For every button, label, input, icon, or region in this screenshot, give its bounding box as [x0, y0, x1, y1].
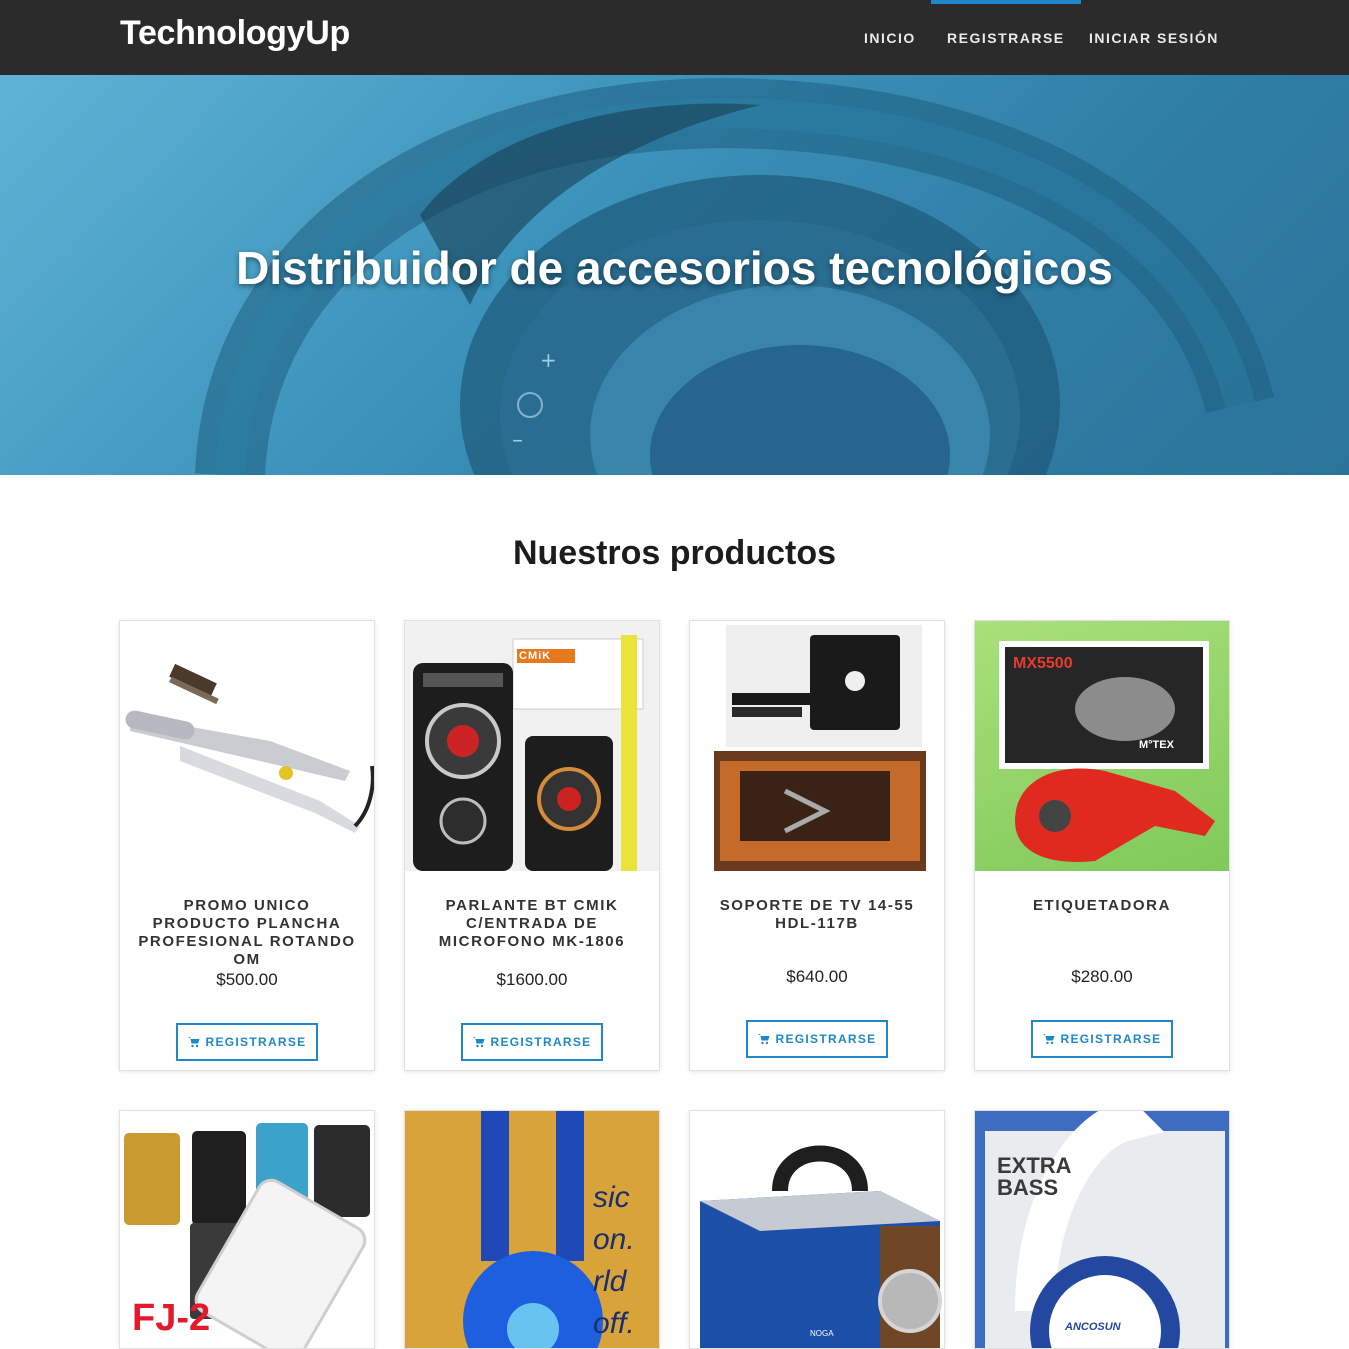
register-button-label: REGISTRARSE: [490, 1035, 592, 1049]
products-heading: Nuestros productos: [512, 534, 837, 572]
register-button-label: REGISTRARSE: [205, 1035, 307, 1049]
svg-text:–: –: [512, 428, 523, 453]
box-print-text: sic on. rld off.: [593, 1181, 635, 1340]
hero-title: Distribuidor de accesorios tecnológicos: [236, 242, 1113, 294]
labeler-box-model: MX5500: [1013, 655, 1073, 672]
register-button[interactable]: REGISTRARSE: [461, 1023, 603, 1061]
product-image-mini-speakers[interactable]: FJ-2: [120, 1111, 374, 1348]
product-price: $280.00: [1071, 967, 1133, 986]
speaker-box-brand: CMiK: [519, 650, 552, 662]
nav-link-inicio[interactable]: INICIO: [864, 30, 916, 46]
product-price: $500.00: [216, 970, 278, 989]
product-card: EXTRA BASS ANCOSUN: [974, 1110, 1230, 1349]
product-card: NOGA: [689, 1110, 945, 1349]
top-navbar: TechnologyUp INICIO REGISTRARSE INICIAR …: [0, 0, 1349, 75]
product-card: sic on. rld off.: [404, 1110, 660, 1349]
headphones-brand: ANCOSUN: [1065, 1321, 1121, 1333]
nav-link-registrarse[interactable]: REGISTRARSE: [931, 0, 1081, 46]
register-button[interactable]: REGISTRARSE: [176, 1023, 318, 1061]
product-title[interactable]: PROMO UNICO PRODUCTO PLANCHA PROFESIONAL…: [132, 897, 362, 969]
register-button[interactable]: REGISTRARSE: [1031, 1020, 1173, 1058]
product-price: $1600.00: [496, 970, 568, 989]
white-headphones-photo: [975, 1111, 1229, 1348]
product-image-blue-headphones[interactable]: sic on. rld off.: [405, 1111, 659, 1348]
product-card: CMiK PARLANTE BT CMIK C/ENTRADA DE MICRO…: [404, 620, 660, 1071]
product-image-speaker[interactable]: CMiK: [405, 621, 659, 871]
product-card: FJ-2: [119, 1110, 375, 1349]
product-title[interactable]: SOPORTE DE TV 14-55 HDL-117B: [702, 897, 932, 933]
tv-mount-photo: [714, 625, 926, 871]
shopping-cart-icon: [472, 1037, 484, 1048]
brand-logo[interactable]: TechnologyUp: [120, 14, 350, 53]
portable-speaker-photo: [700, 1145, 942, 1348]
product-image-hair-straightener[interactable]: [120, 621, 374, 871]
product-card: MX5500 M°TEX ETIQUETADORA $280.00 REGIST…: [974, 620, 1230, 1071]
product-title[interactable]: PARLANTE BT CMIK C/ENTRADA DE MICROFONO …: [417, 897, 647, 951]
product-card: SOPORTE DE TV 14-55 HDL-117B $640.00 REG…: [689, 620, 945, 1071]
svg-text:+: +: [540, 348, 557, 372]
headphones-box-label: EXTRA BASS: [997, 1153, 1071, 1200]
product-price: $640.00: [786, 967, 848, 986]
product-card: PROMO UNICO PRODUCTO PLANCHA PROFESIONAL…: [119, 620, 375, 1071]
product-image-white-headphones[interactable]: EXTRA BASS ANCOSUN: [975, 1111, 1229, 1348]
speaker-brand: NOGA: [810, 1329, 834, 1338]
product-image-labeler[interactable]: MX5500 M°TEX: [975, 621, 1229, 871]
nav-link-iniciar-sesion[interactable]: INICIAR SESIÓN: [1089, 30, 1219, 46]
shopping-cart-icon: [1042, 1034, 1054, 1045]
register-button[interactable]: REGISTRARSE: [746, 1020, 888, 1058]
hair-straightener-photo: [125, 663, 374, 833]
product-title[interactable]: ETIQUETADORA: [987, 897, 1217, 915]
register-button-label: REGISTRARSE: [1060, 1032, 1162, 1046]
shopping-cart-icon: [757, 1034, 769, 1045]
register-button-label: REGISTRARSE: [775, 1032, 877, 1046]
mini-speakers-model: FJ-2: [132, 1297, 211, 1339]
product-image-tv-mount[interactable]: [690, 621, 944, 871]
product-image-portable-speaker[interactable]: NOGA: [690, 1111, 944, 1348]
hero-banner: + – Distribuidor de accesorios tecnológi…: [0, 75, 1349, 475]
shopping-cart-icon: [187, 1037, 199, 1048]
labeler-box-brand: M°TEX: [1139, 739, 1174, 751]
